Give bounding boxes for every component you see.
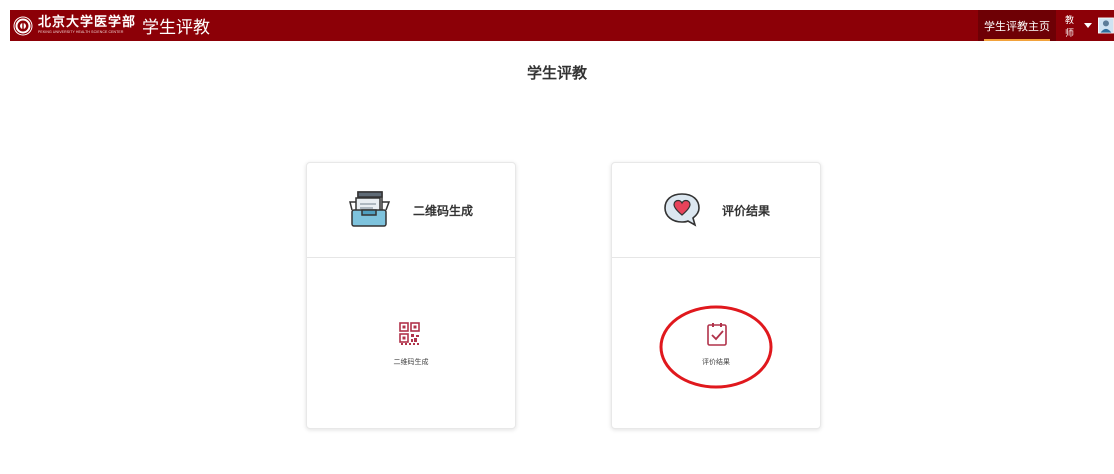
inbox-documents-icon: [349, 191, 391, 227]
eval-card-title: 评价结果: [721, 203, 770, 218]
qr-card-link-label: 二维码生成: [393, 358, 429, 366]
qr-card-header: 二维码生成: [307, 163, 515, 258]
eval-card-header: 评价结果: [612, 163, 820, 258]
user-menu[interactable]: 教师: [1065, 10, 1114, 41]
evaluation-results-card[interactable]: 评价结果 评价结果: [611, 162, 821, 429]
nav-evaluation-home[interactable]: 学生评教主页: [978, 10, 1056, 41]
active-tab-indicator: [984, 39, 1050, 41]
university-seal-icon: [13, 16, 33, 35]
eval-card-body[interactable]: 评价结果: [612, 258, 820, 428]
qr-code-icon: [399, 322, 420, 345]
heart-speech-bubble-icon: [664, 193, 700, 227]
eval-card-link-label: 评价结果: [702, 358, 730, 366]
page-title: 学生评教: [526, 64, 587, 82]
qr-card-title: 二维码生成: [412, 203, 473, 218]
qr-card-body[interactable]: 二维码生成: [307, 258, 515, 428]
app-title: 学生评教: [142, 18, 211, 38]
qr-generate-card[interactable]: 二维码生成 二维码生成: [306, 162, 516, 429]
university-logo[interactable]: 北京大学医学部 PEKING UNIVERSITY HEALTH SCIENCE…: [13, 13, 210, 38]
nav-evaluation-home-label: 学生评教主页: [984, 19, 1050, 33]
avatar-icon: [1098, 17, 1114, 34]
caret-down-icon: [1084, 23, 1093, 28]
logo-main-text: 北京大学医学部: [38, 15, 137, 31]
logo-sub-text: PEKING UNIVERSITY HEALTH SCIENCE CENTER: [38, 30, 124, 35]
logo-text: 北京大学医学部 PEKING UNIVERSITY HEALTH SCIENCE…: [38, 16, 136, 35]
checklist-icon: [707, 323, 727, 346]
user-role-label: 教师: [1065, 15, 1075, 39]
top-navbar: 北京大学医学部 PEKING UNIVERSITY HEALTH SCIENCE…: [10, 10, 1114, 41]
